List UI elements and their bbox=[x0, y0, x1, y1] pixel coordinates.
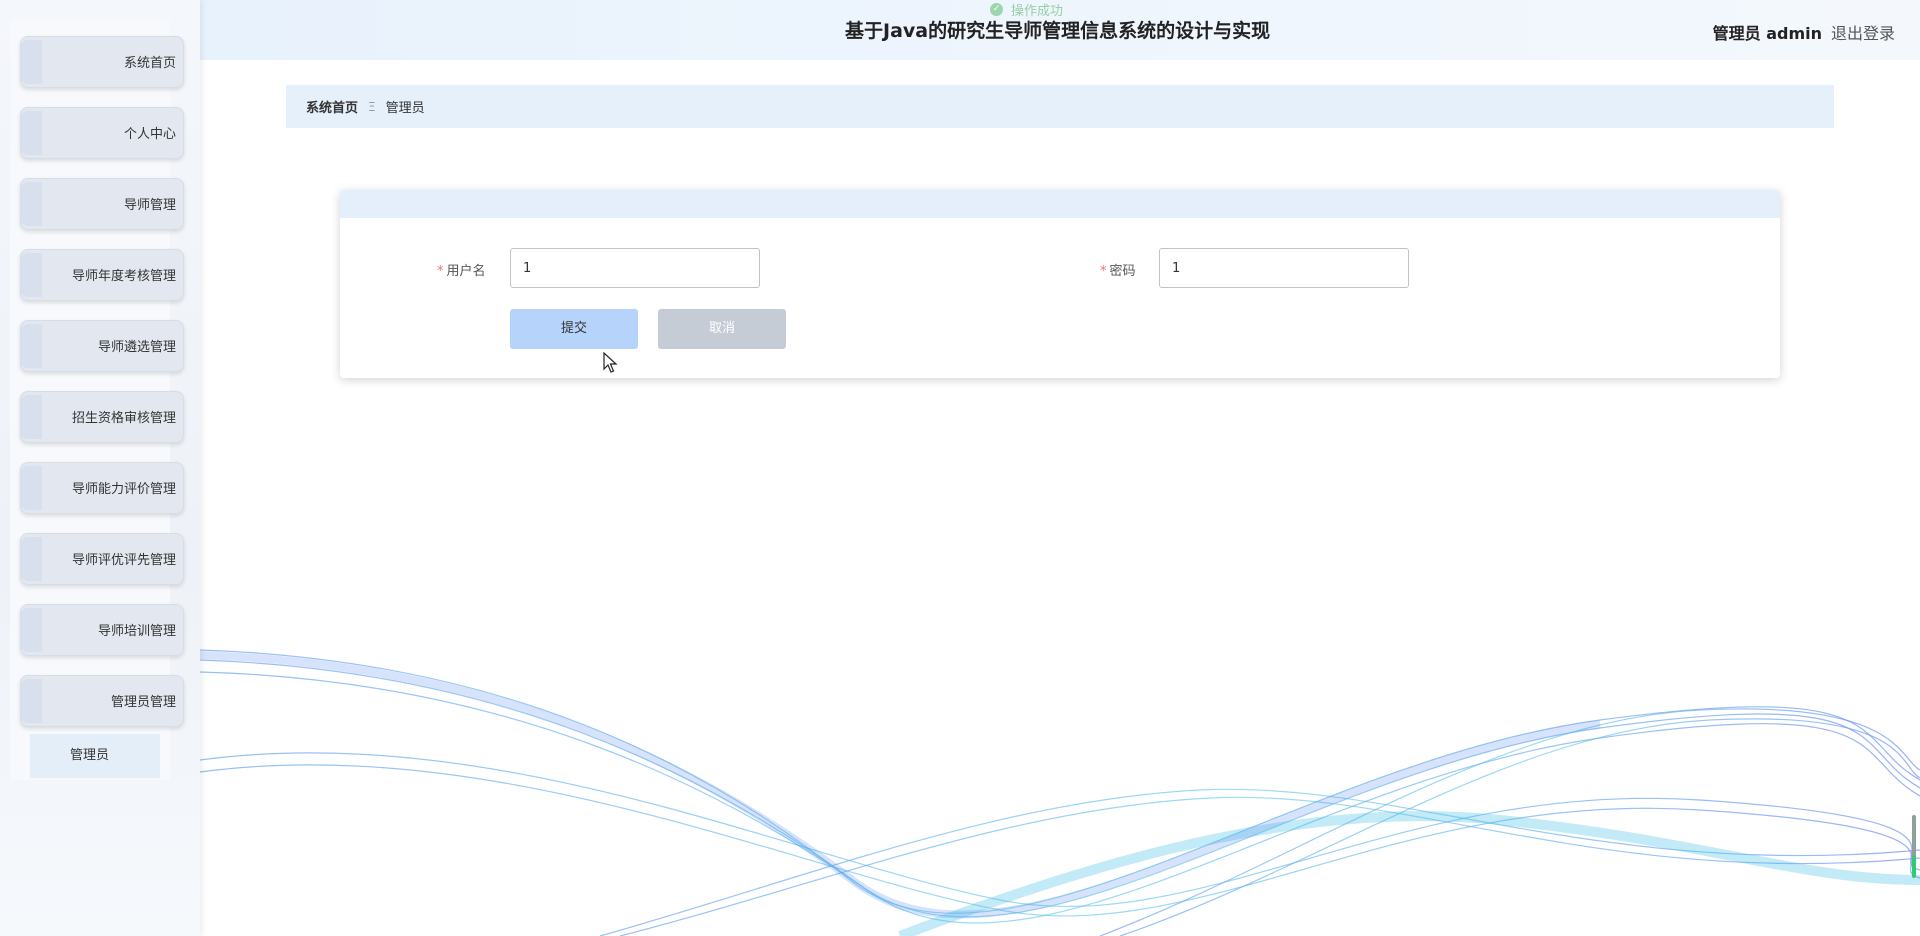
sidebar-item-admin-management[interactable]: 管理员管理 bbox=[20, 675, 184, 727]
sidebar-item-profile[interactable]: 个人中心 bbox=[20, 107, 184, 159]
breadcrumb-separator: Ξ bbox=[368, 99, 376, 114]
sidebar-item-training[interactable]: 导师培训管理 bbox=[20, 604, 184, 656]
password-label-text: 密码 bbox=[1109, 264, 1136, 279]
required-mark: * bbox=[1100, 264, 1107, 279]
sidebar-item-label: 系统首页 bbox=[123, 56, 176, 71]
scrollbar-indicator bbox=[1912, 856, 1916, 878]
sidebar-item-label: 招生资格审核管理 bbox=[71, 411, 176, 426]
current-user: 管理员 admin bbox=[1712, 24, 1822, 43]
sidebar-item-excellence[interactable]: 导师评优评先管理 bbox=[20, 533, 184, 585]
admin-form-card: *用户名 *密码 提交 取消 bbox=[340, 190, 1780, 378]
logout-link[interactable]: 退出登录 bbox=[1831, 20, 1895, 44]
breadcrumb: 系统首页 Ξ 管理员 bbox=[286, 85, 1834, 128]
sidebar-item-label: 导师遴选管理 bbox=[97, 340, 176, 355]
header: ✓ 操作成功 基于Java的研究生导师管理信息系统的设计与实现 管理员 admi… bbox=[200, 0, 1920, 60]
background-waves bbox=[199, 649, 1920, 936]
sidebar-item-annual-review[interactable]: 导师年度考核管理 bbox=[20, 249, 184, 301]
submenu-item-admin[interactable]: 管理员 bbox=[30, 734, 160, 778]
required-mark: * bbox=[437, 264, 444, 279]
sidebar-item-label: 导师评优评先管理 bbox=[71, 553, 176, 568]
cancel-button[interactable]: 取消 bbox=[658, 309, 786, 349]
sidebar-item-label: 导师培训管理 bbox=[97, 624, 176, 639]
sidebar-item-home[interactable]: 系统首页 bbox=[20, 36, 184, 88]
card-header bbox=[340, 190, 1780, 218]
sidebar-item-mentor[interactable]: 导师管理 bbox=[20, 178, 184, 230]
sidebar-item-label: 个人中心 bbox=[123, 127, 176, 142]
sidebar: 系统首页 个人中心 导师管理 导师年度考核管理 导师遴选管理 招生资格审核管理 … bbox=[0, 0, 200, 936]
sidebar-item-label: 导师年度考核管理 bbox=[71, 269, 176, 284]
app-title: 基于Java的研究生导师管理信息系统的设计与实现 bbox=[845, 20, 1271, 42]
sidebar-item-label: 导师管理 bbox=[123, 198, 176, 213]
check-circle-icon: ✓ bbox=[990, 2, 1003, 16]
username-label: * 用户名 bbox=[437, 260, 486, 279]
password-label: * 密码 bbox=[1100, 260, 1136, 279]
username-label-text: 用户名 bbox=[446, 264, 486, 279]
username-input[interactable] bbox=[510, 248, 760, 288]
mouse-cursor-icon bbox=[603, 352, 618, 373]
sidebar-item-selection[interactable]: 导师遴选管理 bbox=[20, 320, 184, 372]
sidebar-item-label: 管理员管理 bbox=[110, 695, 176, 710]
submit-button[interactable]: 提交 bbox=[510, 309, 638, 349]
sidebar-item-ability-evaluation[interactable]: 导师能力评价管理 bbox=[20, 462, 184, 514]
sidebar-item-enrollment-qualification[interactable]: 招生资格审核管理 bbox=[20, 391, 184, 443]
sidebar-item-label: 导师能力评价管理 bbox=[71, 482, 176, 497]
password-input[interactable] bbox=[1159, 248, 1409, 288]
breadcrumb-home[interactable]: 系统首页 bbox=[306, 97, 358, 116]
breadcrumb-current: 管理员 bbox=[385, 101, 425, 116]
